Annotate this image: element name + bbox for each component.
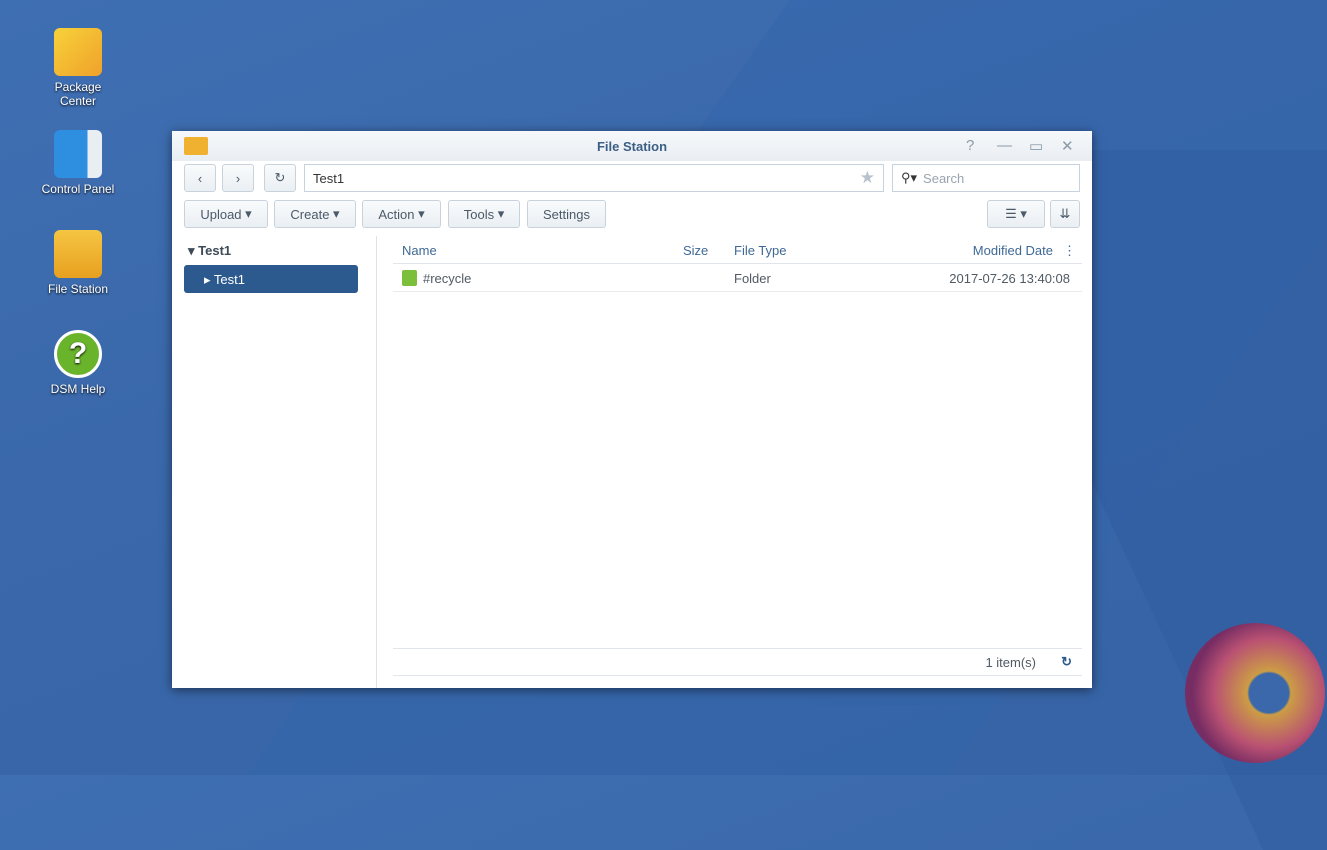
file-list: Name Size File Type Modified Date ⋮ #rec… [393, 236, 1082, 688]
tree-root[interactable]: ▾ Test1 [172, 236, 376, 259]
title-bar[interactable]: File Station ? — ▭ ✕ [172, 131, 1092, 161]
help-icon[interactable]: ? [966, 137, 974, 154]
close-icon[interactable]: ✕ [1061, 137, 1074, 155]
window-title: File Station [596, 139, 668, 154]
list-header: Name Size File Type Modified Date ⋮ [393, 236, 1082, 264]
search-icon[interactable]: ⚲▾ [901, 170, 917, 186]
recycle-icon [402, 270, 417, 286]
logo [1185, 623, 1325, 763]
desktop-dsm-help[interactable]: ? DSM Help [28, 330, 128, 396]
column-type[interactable]: File Type [734, 243, 787, 258]
search-input[interactable]: ⚲▾ Search [892, 164, 1080, 192]
column-size[interactable]: Size [683, 243, 708, 258]
sort-button[interactable]: ⇊ [1050, 200, 1080, 228]
refresh-icon[interactable]: ↻ [1061, 654, 1072, 670]
desktop-control-panel[interactable]: Control Panel [28, 130, 128, 196]
maximize-icon[interactable]: ▭ [1029, 137, 1043, 155]
package-center-icon [54, 28, 102, 76]
folder-tree: ▾ Test1 ▸ Test1 [172, 236, 377, 688]
file-station-icon [54, 230, 102, 278]
create-button[interactable]: Create ▾ [274, 200, 356, 228]
desktop-package-center[interactable]: Package Center [28, 28, 128, 108]
minimize-icon[interactable]: — [997, 137, 1012, 154]
control-panel-icon [54, 130, 102, 178]
back-button[interactable]: ‹ [184, 164, 216, 192]
tools-button[interactable]: Tools ▾ [448, 200, 520, 228]
desktop-file-station[interactable]: File Station [28, 230, 128, 296]
column-modified[interactable]: Modified Date [973, 243, 1053, 258]
status-bar: 1 item(s) ↻ [393, 648, 1082, 676]
file-station-window: File Station ? — ▭ ✕ ‹ › ↻ Test1 ★ ⚲▾ Sear… [172, 131, 1092, 688]
help-icon: ? [54, 330, 102, 378]
refresh-button[interactable]: ↻ [264, 164, 296, 192]
settings-button[interactable]: Settings [527, 200, 606, 228]
path-input[interactable]: Test1 ★ [304, 164, 884, 192]
favorite-star-icon[interactable]: ★ [860, 168, 875, 188]
forward-button[interactable]: › [222, 164, 254, 192]
column-name[interactable]: Name [402, 243, 437, 258]
upload-button[interactable]: Upload ▾ [184, 200, 268, 228]
tree-item-test1[interactable]: ▸ Test1 [184, 265, 358, 293]
action-button[interactable]: Action ▾ [362, 200, 441, 228]
column-menu-icon[interactable]: ⋮ [1063, 243, 1076, 259]
view-mode-button[interactable]: ☰ ▾ [987, 200, 1045, 228]
table-row[interactable]: #recycle Folder 2017-07-26 13:40:08 [393, 264, 1082, 292]
